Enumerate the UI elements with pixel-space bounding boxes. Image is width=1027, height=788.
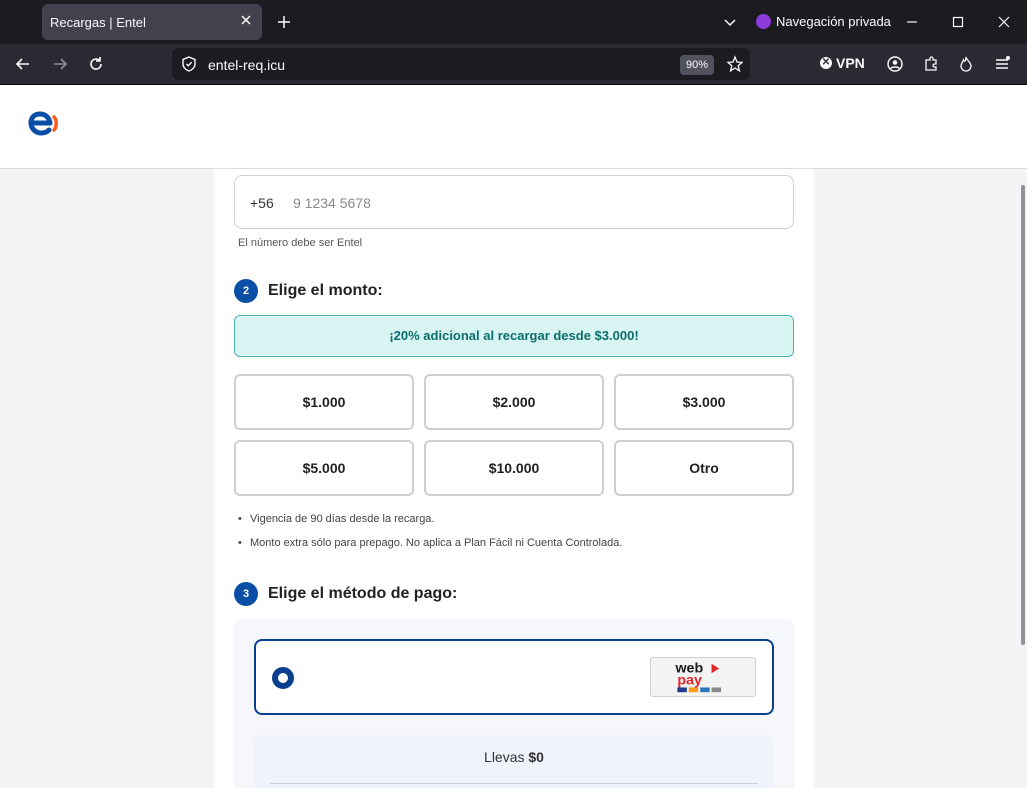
amount-other-button[interactable]: Otro (614, 440, 794, 496)
note-item: Monto extra sólo para prepago. No aplica… (238, 537, 622, 561)
phone-input[interactable] (293, 190, 773, 216)
step-number: 2 (234, 279, 258, 303)
url-text: entel-req.icu (208, 57, 286, 73)
step-2-heading: 2 Elige el monto: (234, 279, 383, 303)
forward-icon[interactable] (51, 55, 69, 73)
radio-selected-icon[interactable] (272, 667, 294, 689)
private-mask-icon (756, 14, 771, 29)
shield-icon[interactable] (180, 55, 198, 73)
terms-notes: Vigencia de 90 días desde la recarga. Mo… (238, 513, 622, 561)
vpn-label: VPN (836, 55, 865, 71)
menu-icon[interactable] (993, 55, 1011, 73)
phone-hint: El número debe ser Entel (238, 237, 363, 249)
promo-banner: ¡20% adicional al recargar desde $3.000! (234, 315, 794, 357)
step-3-heading: 3 Elige el método de pago: (234, 582, 457, 606)
fire-icon[interactable] (957, 55, 975, 73)
browser-titlebar: Recargas | Entel Navegación privada (0, 0, 1027, 44)
close-tab-icon[interactable] (238, 12, 254, 28)
back-icon[interactable] (14, 55, 32, 73)
payment-option-webpay[interactable]: web pay (254, 639, 774, 715)
amount-button[interactable]: $10.000 (424, 440, 604, 496)
account-icon[interactable] (886, 55, 904, 73)
step-number: 3 (234, 582, 258, 606)
webpay-plus-logo: web pay (650, 657, 756, 697)
amount-button[interactable]: $2.000 (424, 374, 604, 430)
recharge-form: +56 El número debe ser Entel 2 Elige el … (214, 169, 814, 788)
note-item: Vigencia de 90 días desde la recarga. (238, 513, 622, 537)
svg-text:pay: pay (677, 673, 702, 689)
payment-methods: web pay Llevas $0 (234, 619, 794, 788)
step-label: Elige el monto: (268, 282, 383, 299)
summary-label: Llevas (484, 749, 525, 765)
vpn-off-icon: ✕ (820, 57, 832, 69)
order-summary: Llevas $0 (254, 735, 774, 788)
chevron-down-icon[interactable] (722, 14, 738, 30)
new-tab-icon[interactable] (276, 14, 292, 30)
amount-button[interactable]: $3.000 (614, 374, 794, 430)
entel-logo[interactable] (26, 109, 62, 139)
tab-title: Recargas | Entel (50, 15, 146, 30)
browser-tab[interactable]: Recargas | Entel (42, 4, 262, 40)
vpn-button[interactable]: ✕ VPN (820, 55, 865, 71)
page-scrollbar[interactable] (1021, 185, 1025, 645)
amount-button[interactable]: $5.000 (234, 440, 414, 496)
private-label: Navegación privada (776, 14, 891, 29)
extensions-icon[interactable] (922, 55, 940, 73)
maximize-icon[interactable] (950, 14, 966, 30)
minimize-icon[interactable] (904, 14, 920, 30)
summary-line: Llevas $0 (254, 749, 774, 765)
site-header (0, 85, 1027, 169)
phone-prefix: +56 (250, 195, 274, 211)
phone-field[interactable]: +56 (234, 175, 794, 229)
amount-button[interactable]: $1.000 (234, 374, 414, 430)
reload-icon[interactable] (87, 55, 105, 73)
web-page: +56 El número debe ser Entel 2 Elige el … (0, 85, 1027, 788)
summary-total: $0 (528, 749, 544, 765)
url-bar[interactable]: entel-req.icu 90% (172, 48, 750, 80)
zoom-level[interactable]: 90% (680, 55, 715, 75)
step-label: Elige el método de pago: (268, 585, 458, 602)
bookmark-star-icon[interactable] (726, 55, 744, 73)
summary-divider (270, 783, 758, 784)
browser-navbar: entel-req.icu 90% ✕ VPN (0, 44, 1027, 85)
close-window-icon[interactable] (996, 14, 1012, 30)
private-browsing-indicator: Navegación privada (756, 14, 891, 29)
